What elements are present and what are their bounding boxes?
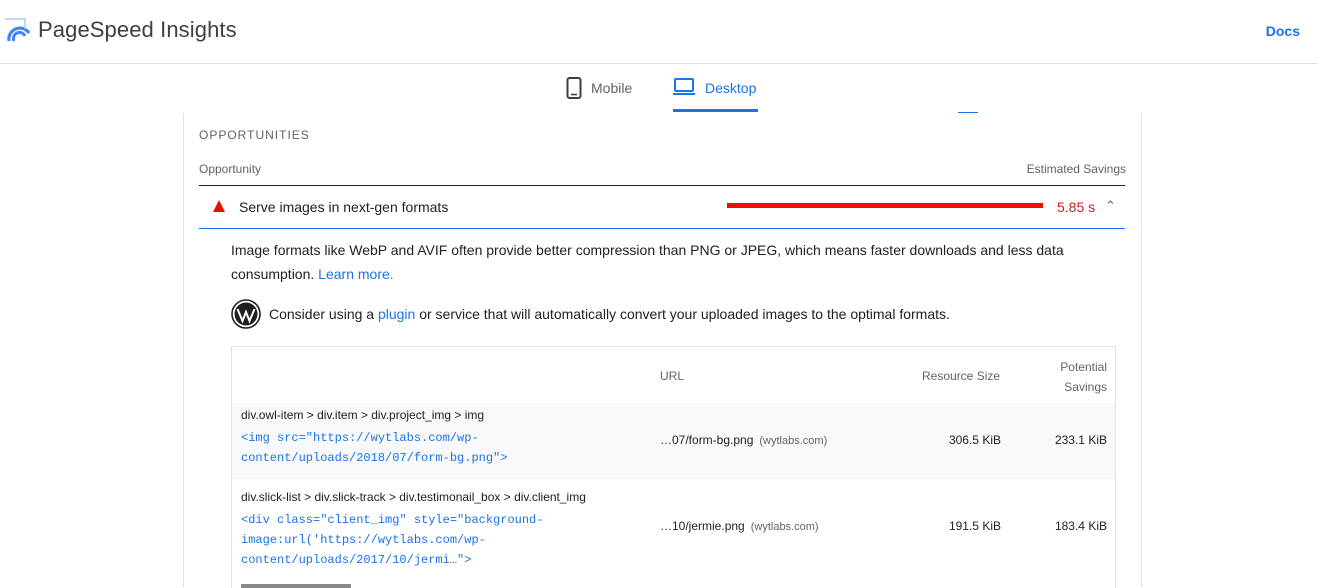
url-path: …07/form-bg.png (660, 433, 754, 447)
resource-size: 191.5 KiB (948, 519, 1001, 533)
wordpress-tip: Consider using a plugin or service that … (231, 299, 1111, 331)
docs-link[interactable]: Docs (1266, 23, 1300, 39)
device-tabs: Mobile Desktop (0, 63, 1317, 113)
audit-title: Serve images in next-gen formats (239, 199, 449, 215)
details-table: URL Resource Size Potential Savings div.o… (231, 346, 1116, 588)
table-header-url: URL (660, 369, 685, 383)
report-panel: OPPORTUNITIES Opportunity Estimated Savi… (183, 113, 1142, 588)
chevron-up-icon[interactable]: ⌃ (1105, 198, 1116, 214)
wordpress-tip-text: Consider using a plugin or service that … (269, 306, 950, 322)
snippet-line: <img src="https://wytlabs.com/wp- (241, 431, 479, 445)
url-host: (wytlabs.com) (750, 521, 819, 533)
node-snippet[interactable]: <img src="https://wytlabs.com/wp- conten… (241, 428, 507, 468)
next-row-thumbnail (241, 584, 351, 588)
plugin-link[interactable]: plugin (378, 306, 415, 322)
potential-savings: 233.1 KiB (1054, 433, 1107, 447)
snippet-line: content/uploads/2017/10/jermi…"> (241, 553, 472, 567)
url-path: …10/jermie.png (660, 519, 745, 533)
phone-icon (566, 77, 582, 99)
table-header-resource-size: Resource Size (922, 369, 1001, 383)
top-header: PageSpeed Insights Docs (0, 0, 1317, 64)
potential-label: Potential (1060, 360, 1107, 374)
savings-label: Savings (1064, 380, 1107, 394)
selected-tab-indicator (673, 109, 758, 112)
table-header-potential-savings: Potential Savings (1027, 357, 1107, 397)
wp-text-after: or service that will automatically conve… (415, 306, 950, 322)
section-title: OPPORTUNITIES (199, 128, 310, 142)
resource-url[interactable]: …07/form-bg.png (wytlabs.com) (660, 433, 827, 447)
savings-bar (727, 203, 1043, 208)
tab-mobile-label: Mobile (591, 80, 633, 96)
tab-desktop-label: Desktop (705, 80, 757, 96)
table-row: div.owl-item > div.item > div.project_im… (232, 403, 1115, 479)
potential-savings: 183.4 KiB (1054, 519, 1107, 533)
audit-row-next-gen-formats[interactable]: Serve images in next-gen formats 5.85 s … (199, 186, 1125, 228)
learn-more-link[interactable]: Learn more. (318, 266, 393, 282)
app-title: PageSpeed Insights (38, 17, 237, 42)
tab-desktop[interactable]: Desktop (673, 77, 756, 113)
url-host: (wytlabs.com) (759, 435, 828, 447)
pagespeed-logo-icon (5, 18, 31, 42)
wp-text-before: Consider using a (269, 306, 378, 322)
column-header-estimated-savings: Estimated Savings (1026, 162, 1126, 176)
node-path: div.slick-list > div.slick-track > div.t… (241, 490, 586, 504)
snippet-line: content/uploads/2018/07/form-bg.png"> (241, 451, 508, 465)
audit-description: Image formats like WebP and AVIF often p… (231, 238, 1091, 286)
resource-url[interactable]: …10/jermie.png (wytlabs.com) (660, 519, 819, 533)
resource-size: 306.5 KiB (948, 433, 1001, 447)
audit-divider (199, 228, 1125, 229)
column-header-opportunity: Opportunity (199, 162, 262, 176)
fail-triangle-icon (213, 200, 225, 212)
savings-value: 5.85 s (1057, 199, 1096, 215)
table-row: div.slick-list > div.slick-track > div.t… (232, 479, 1115, 575)
laptop-icon (673, 78, 695, 95)
snippet-line: <div class="client_img" style="backgroun… (241, 513, 544, 527)
node-path: div.owl-item > div.item > div.project_im… (241, 408, 485, 422)
wordpress-icon (231, 299, 261, 329)
tab-mobile[interactable]: Mobile (565, 77, 632, 113)
snippet-line: image:url('https://wytlabs.com/wp- (241, 533, 486, 547)
node-snippet[interactable]: <div class="client_img" style="backgroun… (241, 510, 543, 570)
